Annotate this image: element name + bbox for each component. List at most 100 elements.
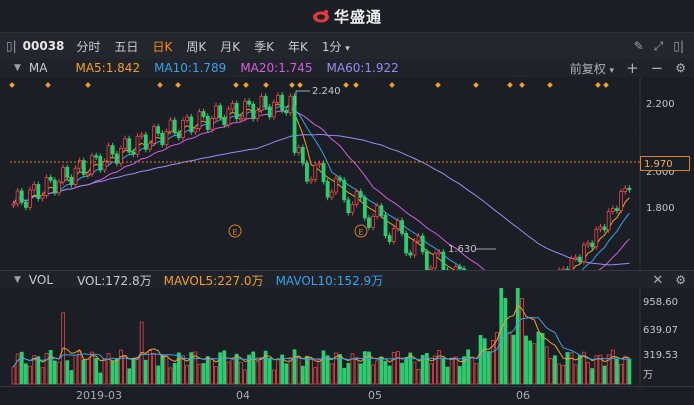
candle-body (135, 135, 140, 155)
x-axis: 2019-03 04 05 06 (0, 386, 694, 405)
candle-body (333, 177, 338, 193)
volume-bar (300, 365, 305, 385)
app-title: 华盛通 (333, 7, 382, 26)
volume-bar (478, 335, 483, 385)
x-label-apr: 04 (236, 389, 250, 402)
high-annotation: 2.240 (312, 86, 341, 97)
candle-body (52, 179, 57, 194)
candle-body (615, 208, 619, 211)
candle-body (610, 208, 615, 212)
volume-bar (325, 355, 330, 385)
candle-body (98, 155, 103, 171)
candle-body (156, 126, 161, 134)
stock-code: 00038 (22, 39, 65, 53)
candle-body (205, 116, 210, 130)
candle-body (57, 181, 61, 194)
minute-select[interactable]: 1分 ▾ (322, 38, 350, 55)
volume-bar (172, 363, 177, 385)
volume-bar (321, 350, 326, 385)
volume-bar (114, 358, 119, 385)
candle-body (197, 111, 202, 129)
candle-body (189, 116, 194, 133)
volume-chart[interactable]: 958.60 639.07 319.53 万 (0, 288, 694, 386)
candle-body (164, 131, 169, 145)
add-icon[interactable]: + (626, 59, 639, 77)
collapse-icon[interactable]: ▼ (14, 275, 21, 285)
tab-intraday[interactable]: 分时 (76, 38, 100, 55)
volume-bar (590, 368, 595, 385)
candle-body (218, 105, 223, 118)
tab-monthly-k[interactable]: 月K (220, 38, 240, 55)
candle-body (573, 256, 578, 260)
volume-bar (131, 358, 136, 385)
kline-chart[interactable]: 2.200 2.000 1.800 2.240 1.630 E E (0, 77, 694, 270)
candle-body (201, 111, 206, 117)
panel-icon[interactable]: ▯| (673, 39, 684, 54)
candle-body (437, 251, 442, 255)
volume-bar (36, 356, 41, 385)
tab-daily-k[interactable]: 日K (152, 38, 172, 55)
tab-five-day[interactable]: 五日 (114, 38, 138, 55)
expand-icon[interactable]: ⤢ (654, 39, 664, 54)
candle-body (147, 142, 152, 150)
candle-body (23, 201, 28, 208)
ma60-value: MA60:1.922 (326, 61, 399, 75)
indicator-bar: ▼ MA MA5:1.842 MA10:1.789 MA20:1.745 MA6… (0, 59, 694, 77)
candle-body (106, 145, 111, 162)
candle-body (338, 177, 342, 181)
current-price-tag: 1.970 (640, 156, 690, 171)
candle-body (181, 120, 185, 138)
candle-body (416, 235, 421, 242)
volume-bar (524, 335, 528, 385)
candle-body (586, 242, 590, 246)
tab-yearly-k[interactable]: 年K (288, 38, 308, 55)
candle-body (40, 195, 45, 199)
sidebar-toggle-icon[interactable]: ▯| (6, 39, 17, 53)
settings-icon[interactable]: ⚙ (675, 273, 686, 287)
adjust-select-label: 前复权 (569, 61, 606, 76)
candle-body (362, 197, 367, 219)
settings-icon[interactable]: ⚙ (675, 61, 686, 75)
volume-bar (143, 359, 148, 385)
candle-body (387, 235, 392, 242)
candle-body (288, 95, 293, 114)
candle-body (433, 253, 438, 269)
candle-body (110, 145, 115, 155)
svg-text:E: E (232, 228, 237, 237)
candle-body (284, 109, 289, 114)
volume-bar (503, 298, 508, 385)
pen-icon[interactable]: ✎ (634, 39, 644, 54)
volume-bar (346, 362, 351, 385)
candle-body (623, 187, 628, 192)
volume-bar (441, 358, 446, 385)
tab-quarterly-k[interactable]: 季K (254, 38, 274, 55)
indicator-name[interactable]: MA (29, 61, 48, 75)
volume-bar (387, 365, 392, 385)
candle-body (90, 155, 94, 175)
candle-body (143, 134, 148, 150)
brand-logo-icon (312, 10, 329, 23)
volume-bar (251, 351, 256, 385)
tab-weekly-k[interactable]: 周K (186, 38, 206, 55)
candle-body (214, 105, 218, 119)
candle-body (271, 102, 276, 118)
volume-bar (19, 351, 24, 385)
candle-body (263, 96, 268, 108)
volume-bar (201, 363, 206, 385)
candle-body (119, 147, 123, 164)
volume-bar (615, 358, 619, 385)
volume-bar (536, 331, 541, 385)
x-label-may: 05 (368, 389, 382, 402)
minus-icon[interactable]: − (651, 59, 664, 77)
candle-body (296, 146, 301, 153)
ma20-value: MA20:1.745 (240, 61, 313, 75)
adjust-select[interactable]: 前复权 ▾ (570, 60, 614, 77)
collapse-icon[interactable]: ▼ (14, 63, 21, 73)
close-icon[interactable]: ✕ (652, 273, 663, 288)
volume-name[interactable]: VOL (29, 273, 53, 287)
candle-body (251, 103, 256, 120)
volume-bar (156, 365, 161, 385)
candle-body (19, 190, 24, 203)
candle-body (185, 116, 190, 121)
candle-body (209, 118, 214, 130)
